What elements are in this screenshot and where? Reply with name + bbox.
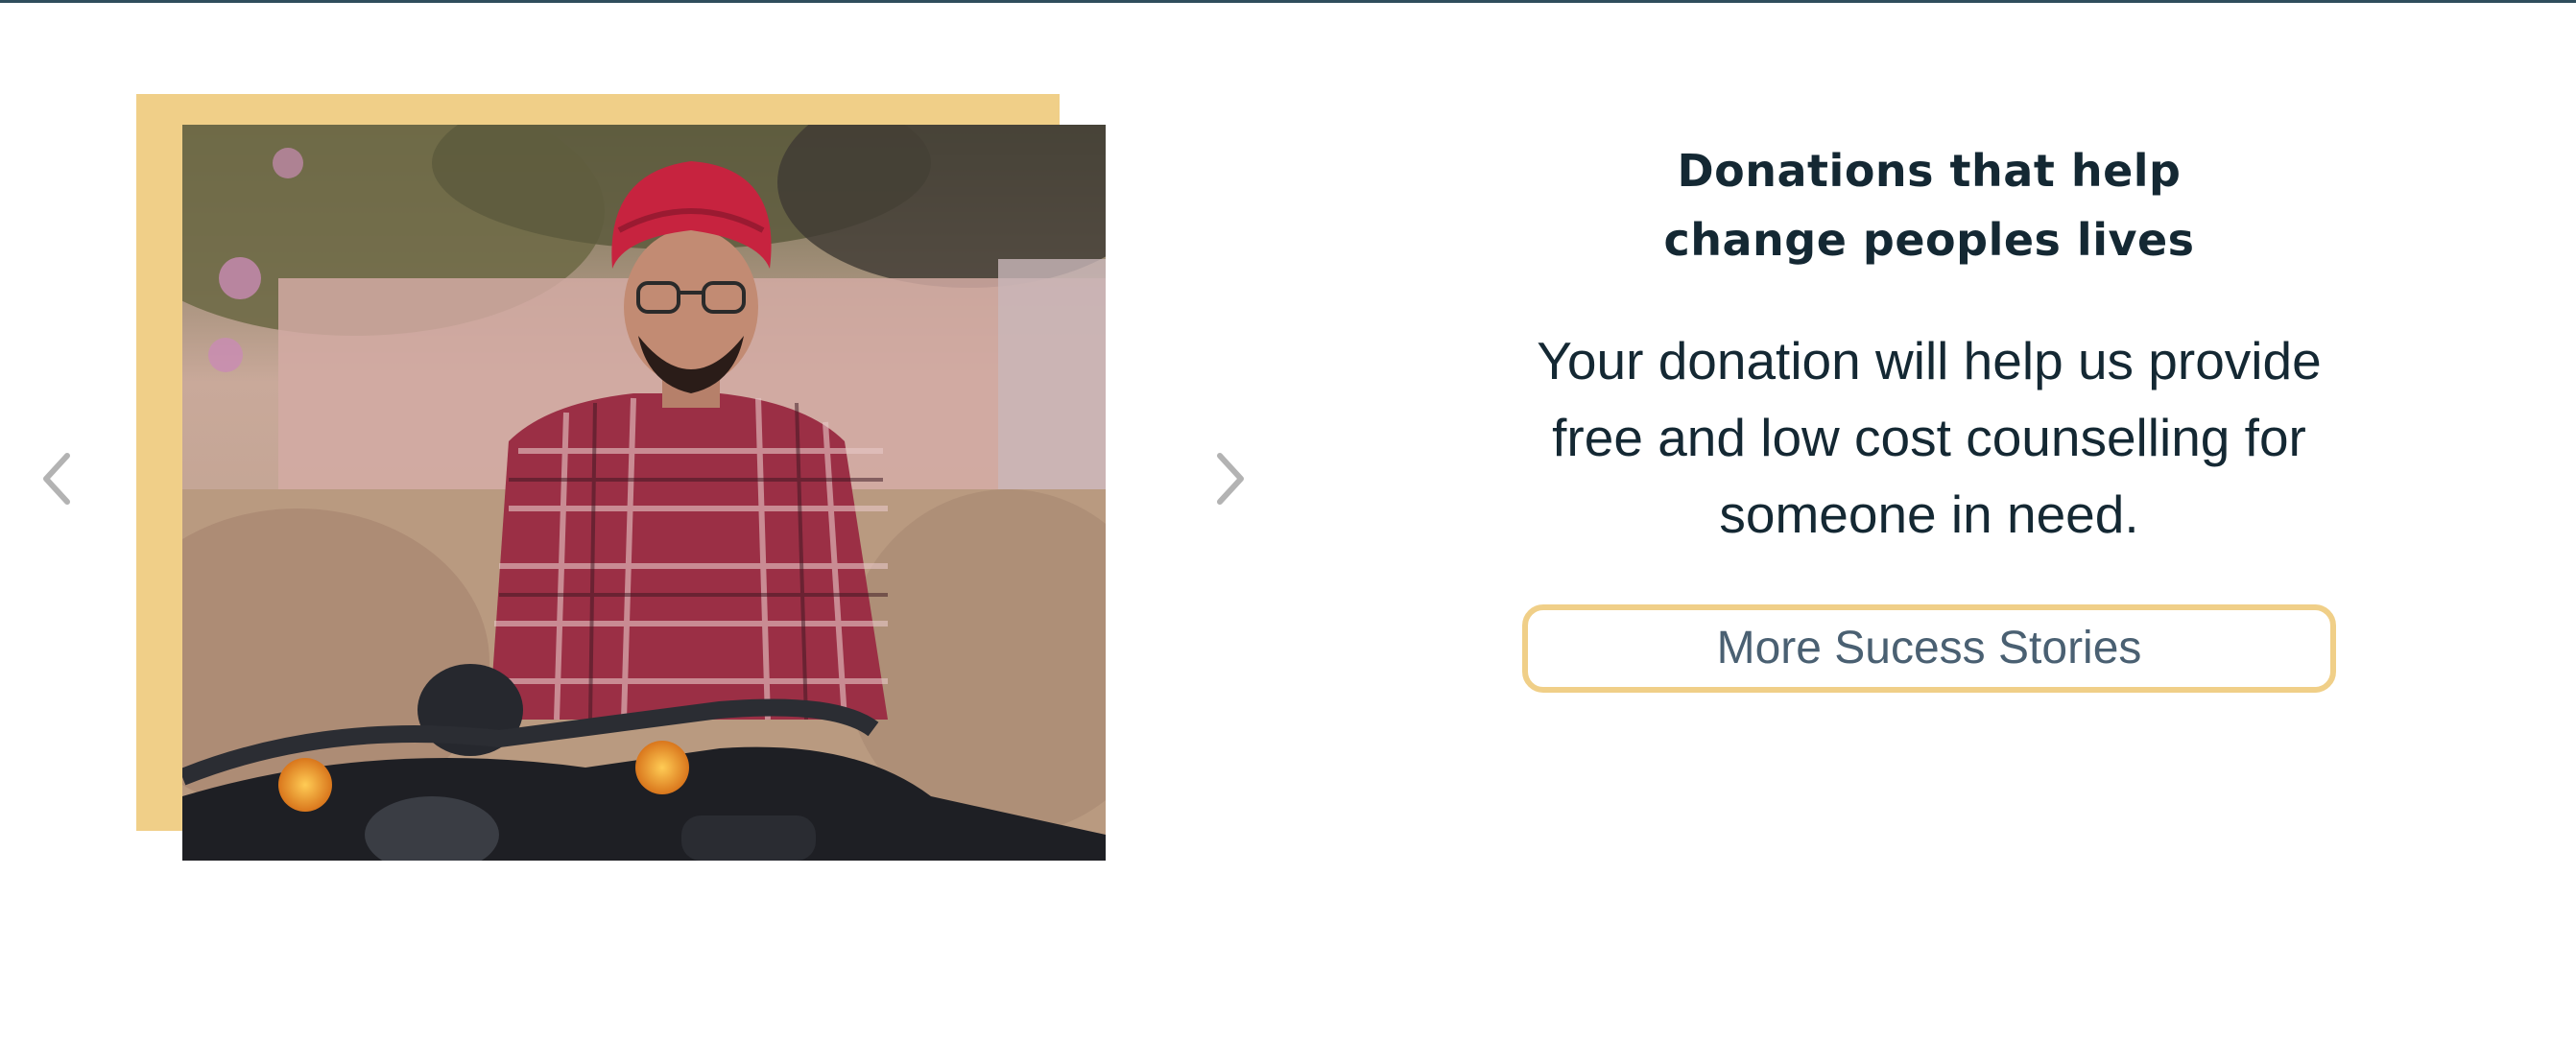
more-success-stories-button[interactable]: More Sucess Stories (1522, 604, 2336, 693)
chevron-left-icon (43, 453, 70, 505)
story-description: Your donation will help us provide free … (1537, 331, 2322, 544)
carousel-next-button[interactable] (1207, 444, 1253, 513)
story-content: Donations that help change peoples lives… (1478, 125, 2380, 693)
success-stories-carousel (0, 0, 1286, 1040)
chevron-right-icon (1217, 453, 1244, 505)
carousel-prev-button[interactable] (34, 444, 80, 513)
story-photo-illustration (182, 125, 1106, 861)
story-photo (182, 125, 1106, 861)
story-heading: Donations that help change peoples lives (1663, 145, 2195, 266)
